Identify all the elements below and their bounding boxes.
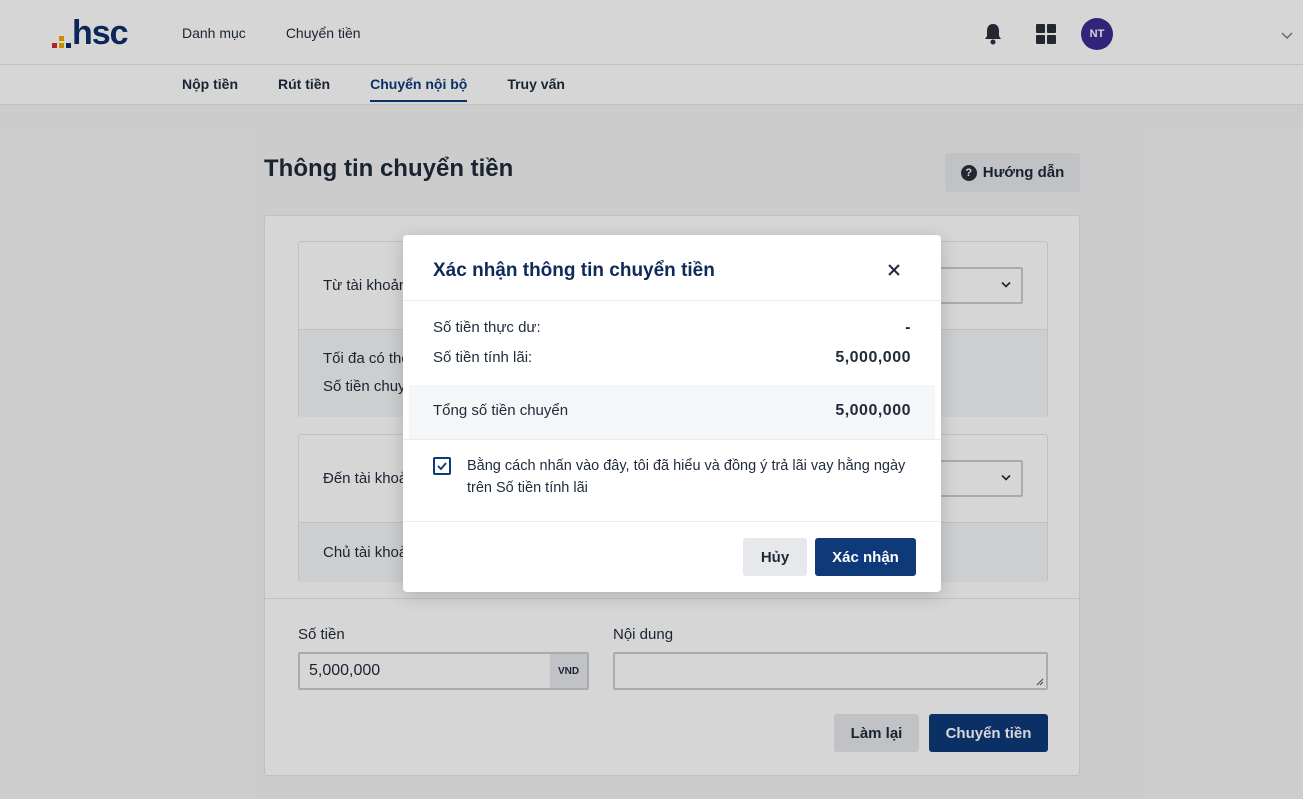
row-label: Số tiền tính lãi: — [433, 349, 533, 366]
row-value: - — [905, 319, 911, 336]
summary-row-actual: Số tiền thực dư: - — [433, 319, 911, 337]
confirm-button[interactable]: Xác nhận — [815, 538, 916, 576]
total-value: 5,000,000 — [835, 402, 911, 419]
divider — [403, 300, 941, 301]
modal-title: Xác nhận thông tin chuyển tiền — [433, 260, 715, 281]
check-icon — [437, 462, 447, 471]
divider — [403, 439, 941, 440]
summary-row-interest: Số tiền tính lãi: 5,000,000 — [433, 349, 911, 367]
total-label: Tổng số tiền chuyển — [433, 402, 569, 419]
close-icon[interactable] — [885, 261, 903, 279]
total-row: Tổng số tiền chuyển 5,000,000 — [409, 385, 935, 439]
divider — [403, 521, 941, 522]
cancel-button[interactable]: Hủy — [743, 538, 807, 576]
row-value: 5,000,000 — [835, 349, 911, 366]
consent-checkbox[interactable] — [433, 457, 451, 475]
consent-text: Bằng cách nhấn vào đây, tôi đã hiểu và đ… — [467, 458, 906, 496]
row-label: Số tiền thực dư: — [433, 319, 541, 336]
confirm-modal: Xác nhận thông tin chuyển tiền Số tiền t… — [403, 235, 941, 592]
